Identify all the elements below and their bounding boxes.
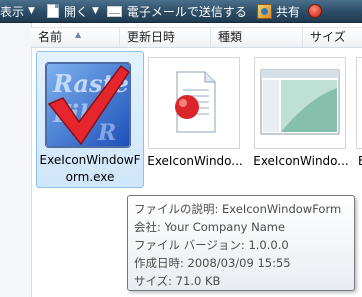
share-button[interactable]: 共有 <box>256 0 300 22</box>
file-name-label: ExeIconWindo... <box>147 154 243 168</box>
column-header-modified[interactable]: 更新日時 <box>120 28 211 47</box>
tooltip-created: 作成日時: 2008/03/09 15:55 <box>134 256 291 270</box>
document-icon <box>46 4 59 18</box>
file-name-label: E <box>358 154 362 168</box>
window-preview-thumbnail <box>254 57 346 149</box>
svg-text:R: R <box>97 120 116 146</box>
column-type-label: 種類 <box>218 30 243 44</box>
file-item-exe[interactable]: Raste Fil R ExeIconWindowF orm.exe <box>36 51 144 188</box>
open-button-label: 開く <box>63 4 88 19</box>
file-item-generic[interactable]: ExeIconWindo... <box>144 51 246 171</box>
generic-file-icon <box>148 57 240 149</box>
column-size-label: サイズ <box>310 30 346 44</box>
command-toolbar: 表示 ▼ 開く ▼ 電子メールで送信する 共有 <box>0 0 362 23</box>
chevron-down-icon: ▼ <box>91 6 99 16</box>
file-item-partial[interactable]: E <box>354 51 362 171</box>
tooltip-size: サイズ: 71.0 KB <box>134 274 221 288</box>
tooltip-version: ファイル バージョン: 1.0.0.0 <box>134 238 289 252</box>
column-header-name[interactable]: 名前 ▲ <box>31 28 120 47</box>
share-icon <box>256 3 272 19</box>
tooltip-company: 会社: Your Company Name <box>134 220 286 234</box>
tooltip-description: ファイルの説明: ExeIconWindowForm <box>134 202 342 216</box>
email-button-label: 電子メールで送信する <box>126 4 247 19</box>
column-header-row: 名前 ▲ 更新日時 種類 サイズ <box>31 27 362 48</box>
file-item-window[interactable]: ExeIconWindo... <box>250 51 352 171</box>
share-button-label: 共有 <box>275 4 300 19</box>
partial-file-icon <box>356 57 362 149</box>
view-menu-label: 表示 <box>0 4 25 19</box>
file-name-label: ExeIconWindowF orm.exe <box>39 153 141 184</box>
file-info-tooltip: ファイルの説明: ExeIconWindowForm 会社: Your Comp… <box>127 195 355 291</box>
open-button[interactable]: 開く ▼ <box>46 0 105 22</box>
mail-icon <box>106 5 122 17</box>
help-icon[interactable] <box>307 4 322 18</box>
file-name-label: ExeIconWindo... <box>253 154 349 168</box>
column-header-type[interactable]: 種類 <box>211 28 303 47</box>
column-modified-label: 更新日時 <box>127 30 176 44</box>
column-name-label: 名前 <box>38 30 63 44</box>
email-button[interactable]: 電子メールで送信する <box>106 0 247 22</box>
sort-ascending-icon: ▲ <box>75 30 82 39</box>
exe-app-icon: Raste Fil R <box>43 60 133 150</box>
chevron-down-icon: ▼ <box>28 6 35 16</box>
navigation-pane-edge <box>0 23 32 297</box>
column-header-size[interactable]: サイズ <box>303 28 362 47</box>
view-menu-button[interactable]: 表示 ▼ <box>0 0 41 22</box>
